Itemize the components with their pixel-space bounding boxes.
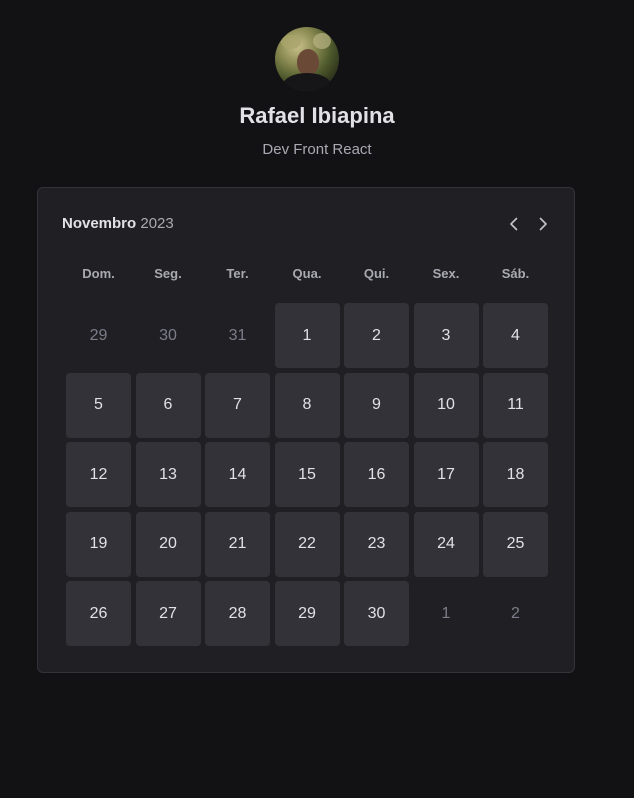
calendar-day-outside-month: 31 [228,326,247,344]
calendar-day[interactable]: 29 [274,581,340,646]
weekday-label: Qui. [363,266,390,281]
calendar-year: 2023 [140,215,174,232]
calendar-day[interactable]: 9 [344,372,409,438]
calendar-month: Novembro [62,215,137,232]
calendar-day[interactable]: 4 [483,303,548,368]
weekday-label: Dom. [82,266,115,281]
weekday-header: Dom. Seg. Ter. Qua. Qui. Sex. Sáb. [66,266,548,281]
calendar-day[interactable]: 20 [135,511,201,577]
calendar: Novembro 2023 Dom. Seg. Ter. Qua. Qui. S… [37,187,575,673]
previous-month-button[interactable] [504,214,524,234]
calendar-day[interactable]: 21 [205,511,270,577]
calendar-day[interactable]: 28 [205,581,270,646]
weekday-label: Sex. [432,266,460,281]
calendar-day[interactable]: 17 [413,442,479,507]
calendar-day[interactable]: 6 [135,372,201,438]
avatar-face [297,49,319,75]
calendar-day[interactable]: 8 [274,372,340,438]
calendar-day[interactable]: 30 [344,581,409,646]
profile-role: Dev Front React [262,141,372,158]
weekday-label: Sáb. [501,266,530,281]
calendar-day[interactable]: 16 [344,442,409,507]
calendar-day[interactable]: 13 [135,442,201,507]
calendar-day-outside-month: 2 [511,604,520,622]
calendar-day[interactable]: 24 [413,511,479,577]
chevron-left-icon [510,217,518,231]
avatar-shirt [283,73,331,91]
calendar-day[interactable]: 5 [66,372,131,438]
calendar-day[interactable]: 23 [344,511,409,577]
calendar-days-grid: 29 30 31 1 2 3 4 5 6 7 8 9 10 11 12 13 14 15 16 17 18 19 20 21 2… [66,303,548,646]
weekday-label: Ter. [226,266,249,281]
calendar-day[interactable]: 10 [413,372,479,438]
avatar-foliage [313,33,331,49]
calendar-day[interactable]: 12 [66,442,131,507]
calendar-day[interactable]: 7 [205,372,270,438]
calendar-day[interactable]: 27 [135,581,201,646]
profile-name: Rafael Ibiapina [239,103,395,128]
calendar-day[interactable]: 22 [274,511,340,577]
calendar-day[interactable]: 15 [274,442,340,507]
calendar-day[interactable]: 3 [413,303,479,368]
weekday-label: Seg. [154,266,182,281]
chevron-right-icon [539,217,547,231]
calendar-day[interactable]: 19 [66,511,131,577]
avatar-foliage [281,35,301,49]
calendar-day-outside-month: 1 [441,604,451,622]
calendar-day[interactable]: 11 [483,372,548,438]
calendar-day-outside-month: 30 [159,326,177,344]
calendar-day[interactable]: 14 [205,442,270,507]
avatar [275,27,339,91]
calendar-day-outside-month: 29 [89,326,108,344]
calendar-day[interactable]: 1 [274,303,340,368]
calendar-day[interactable]: 26 [66,581,131,646]
calendar-day[interactable]: 18 [483,442,548,507]
calendar-day[interactable]: 25 [483,511,548,577]
weekday-label: Qua. [292,266,322,281]
next-month-button[interactable] [533,214,553,234]
calendar-title: Novembro 2023 [62,215,174,232]
calendar-day[interactable]: 2 [344,303,409,368]
